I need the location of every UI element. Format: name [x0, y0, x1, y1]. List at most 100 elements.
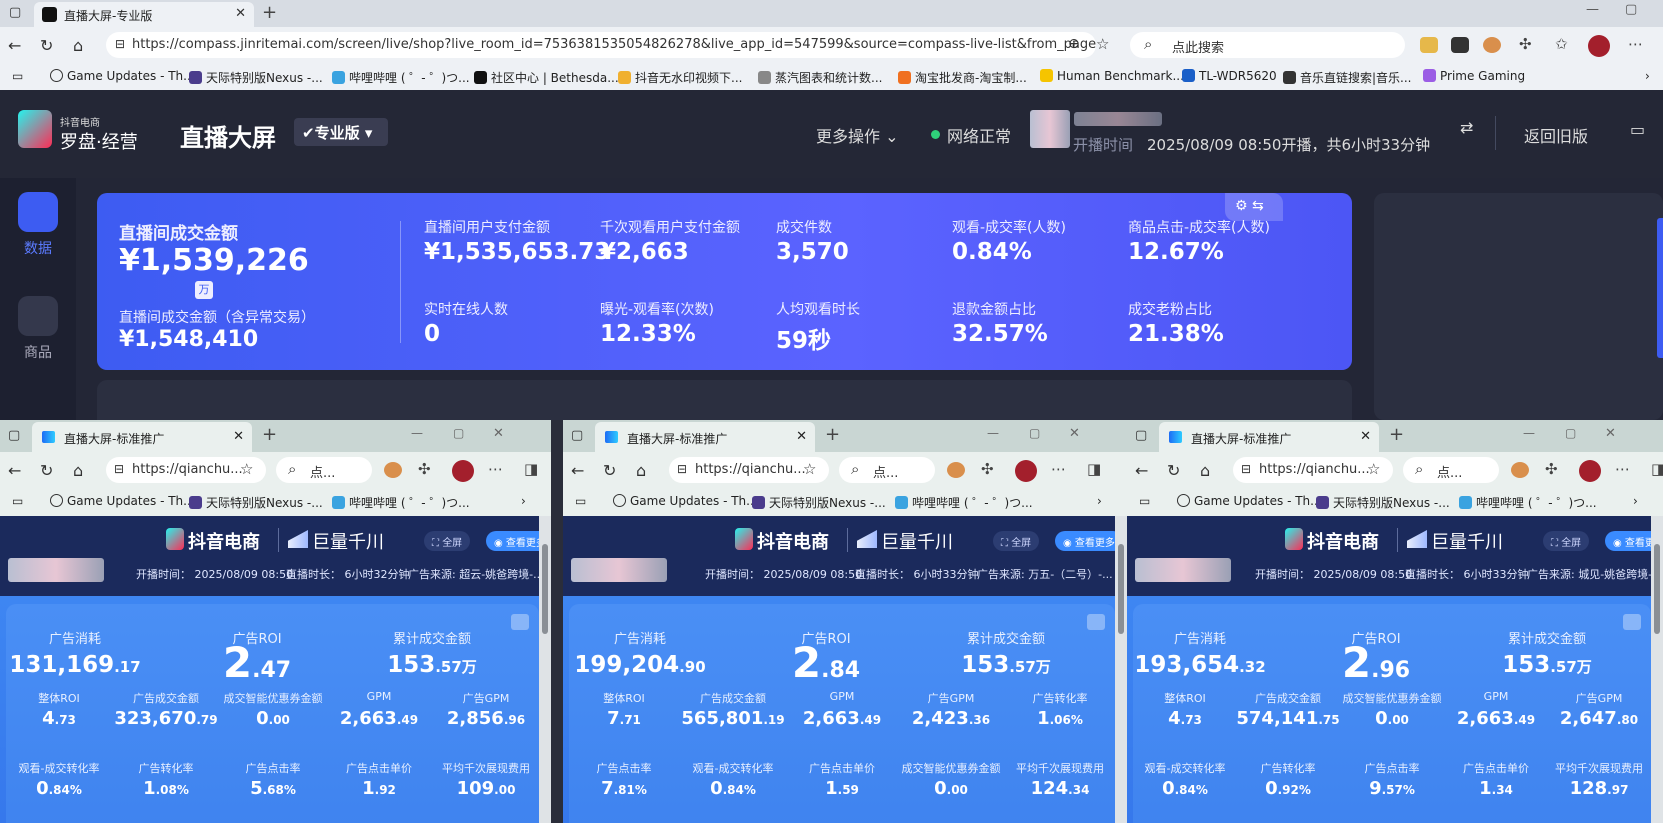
card-menu-icon[interactable] — [1087, 614, 1105, 630]
scrollbar[interactable] — [1115, 516, 1127, 823]
bookmark-folder-icon[interactable]: ▭ — [12, 494, 23, 508]
new-tab-icon[interactable]: + — [1389, 424, 1404, 445]
maximize-icon[interactable]: ▢ — [453, 426, 464, 440]
bookmark-item[interactable]: Game Updates - Th... — [613, 494, 758, 508]
search-input[interactable]: ⌕ 点... — [276, 457, 372, 483]
home-icon[interactable]: ⌂ — [1200, 461, 1210, 480]
bookmark-item[interactable]: 抖音无水印视频下... — [618, 69, 742, 86]
data-nav-icon[interactable] — [18, 192, 58, 232]
profile-avatar[interactable] — [1015, 460, 1037, 482]
profile-avatar[interactable] — [1588, 35, 1610, 57]
back-icon[interactable]: ← — [571, 461, 584, 480]
maximize-icon[interactable]: ▢ — [1565, 426, 1576, 440]
search-input[interactable]: ⌕ 点此搜索 — [1130, 32, 1405, 58]
close-tab-icon[interactable]: ✕ — [1360, 429, 1371, 444]
maximize-icon[interactable]: ▢ — [1029, 426, 1040, 440]
new-tab-icon[interactable]: + — [262, 2, 277, 23]
back-old-button[interactable]: 返回旧版 — [1524, 123, 1588, 147]
bookmark-item[interactable]: 天际特别版Nexus -... — [189, 494, 323, 511]
close-window-icon[interactable]: ✕ — [1605, 426, 1616, 441]
scrollbar-thumb[interactable] — [1654, 544, 1660, 634]
menu-dots-icon[interactable]: ⋯ — [1628, 35, 1643, 53]
site-info-icon[interactable]: ⊟ — [1241, 462, 1251, 476]
sidebar-item-data[interactable]: 数据 — [24, 238, 52, 258]
menu-dots-icon[interactable]: ⋯ — [488, 460, 503, 478]
scrollbar-thumb[interactable] — [542, 544, 548, 634]
site-info-icon[interactable]: ⊟ — [115, 37, 125, 51]
minimize-icon[interactable]: — — [411, 426, 423, 440]
fullscreen-button[interactable]: ⛶ 全屏 — [424, 531, 471, 551]
minimize-icon[interactable]: — — [987, 426, 999, 440]
profile-avatar[interactable] — [1579, 460, 1601, 482]
bookmark-item[interactable]: 天际特别版Nexus -... — [752, 494, 886, 511]
zoom-icon[interactable]: ⊕ — [1068, 36, 1080, 52]
browser-tab-active[interactable]: 直播大屏-标准推广 ✕ — [595, 422, 815, 452]
bookmark-item[interactable]: 哔哩哔哩 ( ゜- ゜)つ... — [332, 494, 470, 511]
switch-icon[interactable]: ⇄ — [1460, 118, 1473, 137]
back-icon[interactable]: ← — [8, 36, 21, 55]
bookmark-item[interactable]: 哔哩哔哩 ( ゜- ゜)つ... — [332, 69, 470, 86]
bookmark-item[interactable]: 音乐直链搜索|音乐... — [1283, 69, 1412, 86]
bookmark-item[interactable]: TL-WDR5620 — [1182, 69, 1277, 83]
sidebar-toggle-icon[interactable]: ◨ — [1651, 460, 1663, 478]
close-tab-icon[interactable]: ✕ — [233, 429, 244, 444]
bookmark-item[interactable]: Human Benchmark... — [1040, 69, 1184, 83]
card-menu-icon[interactable] — [511, 614, 529, 630]
view-more-button[interactable]: ◉ 查看更多 — [1055, 531, 1123, 551]
extension-icon[interactable] — [947, 462, 965, 478]
search-input[interactable]: ⌕ 点... — [1403, 457, 1499, 483]
favorites-icon[interactable]: ✩ — [1555, 35, 1568, 53]
favorite-star-icon[interactable]: ☆ — [240, 460, 253, 478]
menu-dots-icon[interactable]: ⋯ — [1051, 460, 1066, 478]
minimize-icon[interactable]: — — [1523, 426, 1535, 440]
bookmark-item[interactable]: 天际特别版Nexus -... — [1316, 494, 1450, 511]
browser-tab-active[interactable]: 直播大屏-标准推广 ✕ — [32, 422, 252, 452]
bookmark-item[interactable]: 天际特别版Nexus -... — [189, 69, 323, 86]
bookmark-item[interactable]: 蒸汽图表和统计数... — [758, 69, 882, 86]
bookmark-item[interactable]: Game Updates - Th... — [50, 494, 195, 508]
sidebar-item-goods[interactable]: 商品 — [24, 342, 52, 362]
sidebar-toggle-icon[interactable]: ◨ — [524, 460, 538, 478]
extensions-puzzle-icon[interactable]: ✣ — [981, 460, 994, 478]
url-input[interactable]: ⊟ https://compass.jinritemai.com/screen/… — [106, 32, 1096, 58]
scrollbar[interactable] — [1651, 516, 1663, 823]
site-info-icon[interactable]: ⊟ — [677, 462, 687, 476]
extension-icon[interactable] — [384, 462, 402, 478]
bookmark-folder-icon[interactable]: ▭ — [575, 494, 586, 508]
favorite-star-icon[interactable]: ☆ — [803, 460, 816, 478]
new-tab-icon[interactable]: + — [825, 424, 840, 445]
tab-actions-icon[interactable]: ▢ — [571, 428, 583, 443]
refresh-icon[interactable]: ↻ — [603, 461, 616, 480]
tab-actions-icon[interactable]: ▢ — [1135, 428, 1147, 443]
home-icon[interactable]: ⌂ — [636, 461, 646, 480]
bookmark-folder-icon[interactable]: ▭ — [12, 69, 23, 83]
card-menu-icon[interactable] — [1623, 614, 1641, 630]
scrollbar[interactable] — [539, 516, 551, 823]
tab-actions-icon[interactable]: ▢ — [9, 5, 21, 20]
bookmark-item[interactable]: 社区中心 | Bethesda... — [474, 69, 619, 86]
close-window-icon[interactable]: ✕ — [493, 426, 504, 441]
close-window-icon[interactable]: ✕ — [1069, 426, 1080, 441]
bookmark-folder-icon[interactable]: ▭ — [1139, 494, 1150, 508]
chevron-right-icon[interactable]: › — [521, 494, 526, 508]
favorite-star-icon[interactable]: ☆ — [1367, 460, 1380, 478]
home-icon[interactable]: ⌂ — [73, 36, 83, 55]
fullscreen-button[interactable]: ⛶ 全屏 — [993, 531, 1040, 551]
bookmark-item[interactable]: Prime Gaming — [1423, 69, 1525, 83]
extensions-puzzle-icon[interactable]: ✣ — [1519, 35, 1532, 53]
sidebar-toggle-icon[interactable]: ◨ — [1087, 460, 1101, 478]
unit-toggle[interactable]: 万 — [195, 281, 213, 299]
extension-icon[interactable] — [1483, 37, 1501, 53]
extension-icon[interactable] — [1451, 37, 1469, 53]
new-tab-icon[interactable]: + — [262, 424, 277, 445]
fullscreen-button[interactable]: ⛶ 全屏 — [1543, 531, 1590, 551]
extension-icon[interactable] — [1420, 37, 1438, 53]
back-icon[interactable]: ← — [1135, 461, 1148, 480]
browser-tab-active[interactable]: 直播大屏-标准推广 ✕ — [1159, 422, 1379, 452]
search-input[interactable]: ⌕ 点... — [839, 457, 935, 483]
chevron-right-icon[interactable]: › — [1097, 494, 1102, 508]
back-icon[interactable]: ← — [8, 461, 21, 480]
site-info-icon[interactable]: ⊟ — [114, 462, 124, 476]
screen-icon[interactable]: ▭ — [1630, 120, 1645, 139]
minimize-icon[interactable]: — — [1586, 2, 1599, 17]
